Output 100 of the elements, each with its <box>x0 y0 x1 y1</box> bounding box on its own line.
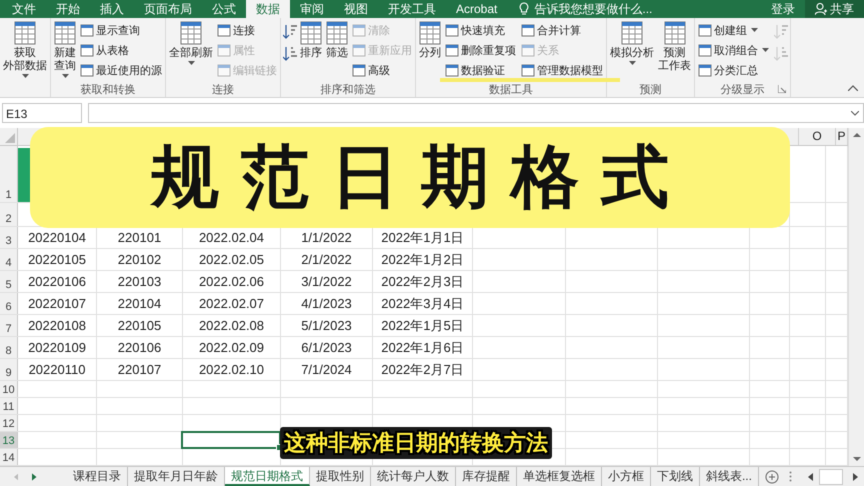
table-cell: 2022.02.08 <box>198 318 264 333</box>
subtitle-caption: 这种非标准日期的转换方法 <box>280 427 552 459</box>
ribbon-button[interactable]: 数据验证 <box>444 60 517 80</box>
ribbon-button[interactable]: 从表格 <box>79 40 163 60</box>
table-cell: 3/1/2022 <box>301 274 352 289</box>
ribbon-tab[interactable]: 页面布局 <box>134 0 202 18</box>
ribbon-button[interactable]: 模拟分析 <box>609 20 655 82</box>
row-header[interactable]: 13 <box>0 432 18 448</box>
ribbon-button[interactable]: 筛选 <box>325 20 349 82</box>
table-cell: 20220110 <box>28 362 86 377</box>
ribbon-button[interactable]: 取消组合 <box>697 40 772 60</box>
table-cell: 2022.02.04 <box>198 230 264 245</box>
ribbon-button[interactable]: 删除重复项 <box>444 40 517 60</box>
row-header[interactable]: 1 <box>0 146 18 202</box>
row-header[interactable]: 14 <box>0 449 18 465</box>
ribbon-button[interactable]: 分类汇总 <box>697 60 772 80</box>
ribbon-tab[interactable]: 开发工具 <box>378 0 446 18</box>
ribbon-button[interactable]: 分列 <box>418 20 442 82</box>
share-button[interactable]: 共享 <box>805 0 864 18</box>
ribbon-button[interactable]: 连接 <box>216 20 278 40</box>
ribbon-button[interactable]: 创建组 <box>697 20 772 40</box>
sheet-tab[interactable]: 斜线表... <box>700 467 759 486</box>
row-header[interactable]: 10 <box>0 381 18 397</box>
ribbon-tab[interactable]: Acrobat <box>446 0 508 18</box>
ribbon-tab[interactable]: 视图 <box>334 0 378 18</box>
ribbon-tab[interactable]: 开始 <box>46 0 90 18</box>
ribbon-button[interactable]: 预测 工作表 <box>657 20 692 82</box>
table-cell: 220106 <box>118 340 162 355</box>
ribbon-button[interactable]: 快速填充 <box>444 20 517 40</box>
ribbon-button[interactable]: 显示查询 <box>79 20 163 40</box>
row-header[interactable]: 5 <box>0 271 18 292</box>
sign-in-link[interactable]: 登录 <box>761 0 805 18</box>
row-header[interactable]: 7 <box>0 315 18 336</box>
table-cell: 2022年1月1日 <box>381 228 464 246</box>
ribbon-button[interactable]: 最近使用的源 <box>79 60 163 80</box>
table-cell: 20220104 <box>28 230 86 245</box>
ribbon-button[interactable]: 排序 <box>299 20 323 82</box>
row-header[interactable]: 3 <box>0 227 18 248</box>
group-label: 排序和筛选 <box>320 82 376 96</box>
ribbon-button[interactable]: 全部刷新 <box>168 20 214 82</box>
table-cell: 2022.02.07 <box>198 296 264 311</box>
row-header[interactable]: 6 <box>0 293 18 314</box>
name-box[interactable]: E13 <box>2 103 82 123</box>
tell-me-field[interactable]: 告诉我您想要做什么... <box>519 0 652 18</box>
sheet-tab[interactable]: 规范日期格式 <box>224 467 310 486</box>
sheet-tab[interactable]: 统计每户人数 <box>370 467 456 486</box>
table-cell: 2022.02.09 <box>198 340 264 355</box>
table-cell: 20220106 <box>28 274 86 289</box>
table-cell: 6/1/2023 <box>301 340 352 355</box>
table-cell: 220101 <box>118 230 162 245</box>
table-cell: 7/1/2024 <box>301 362 352 377</box>
table-cell: 20220107 <box>28 296 86 311</box>
sheet-tab[interactable]: 下划线 <box>650 467 700 486</box>
row-header[interactable]: 11 <box>0 398 18 414</box>
ribbon-button[interactable]: 获取 外部数据 <box>2 20 48 82</box>
table-cell: 2022年2月7日 <box>381 360 464 378</box>
sheet-tab[interactable]: 单选框复选框 <box>516 467 602 486</box>
table-cell: 5/1/2023 <box>301 318 352 333</box>
group-label: 连接 <box>212 82 234 96</box>
group-label: 获取和转换 <box>80 82 136 96</box>
ribbon-button[interactable]: 管理数据模型 <box>520 60 604 80</box>
ribbon-tab[interactable]: 审阅 <box>290 0 334 18</box>
row-header[interactable]: 4 <box>0 249 18 270</box>
table-cell: 2/1/2022 <box>301 252 352 267</box>
group-label: 分级显示 <box>720 82 764 96</box>
table-cell: 220103 <box>118 274 162 289</box>
ribbon-button[interactable]: 合并计算 <box>520 20 604 40</box>
row-header[interactable]: 9 <box>0 359 18 380</box>
table-cell: 2022.02.10 <box>198 362 264 377</box>
table-cell: 2022.02.05 <box>198 252 264 267</box>
group-label: 预测 <box>640 82 662 96</box>
ribbon-tab[interactable]: 公式 <box>202 0 246 18</box>
ribbon-tab[interactable]: 插入 <box>90 0 134 18</box>
sheet-tab[interactable]: 小方框 <box>602 467 651 486</box>
table-cell: 220104 <box>118 296 162 311</box>
ribbon-button[interactable]: 高级 <box>351 60 413 80</box>
table-cell: 1/1/2022 <box>301 230 352 245</box>
table-cell: 20220109 <box>28 340 86 355</box>
table-cell: 220102 <box>118 252 162 267</box>
row-header[interactable]: 12 <box>0 415 18 431</box>
row-header[interactable]: 2 <box>0 203 18 226</box>
table-cell: 2022年1月2日 <box>381 250 464 268</box>
table-cell: 220107 <box>118 362 162 377</box>
table-cell: 2022.02.06 <box>198 274 264 289</box>
table-cell: 2022年3月4日 <box>381 294 464 312</box>
table-cell: 220105 <box>118 318 162 333</box>
group-label: 数据工具 <box>489 82 533 96</box>
row-header[interactable]: 8 <box>0 337 18 358</box>
ribbon-tab[interactable]: 文件 <box>2 0 46 18</box>
banner-title: 规范日期格式 <box>149 137 691 219</box>
table-cell: 20220105 <box>28 252 86 267</box>
sheet-tab[interactable]: 课程目录 <box>66 467 128 486</box>
sheet-tab[interactable]: 库存提醒 <box>456 467 517 486</box>
sheet-tab[interactable]: 提取性别 <box>310 467 371 486</box>
table-cell: 2022年1月6日 <box>381 338 464 356</box>
table-cell: 2022年2月3日 <box>381 272 464 290</box>
ribbon-tab[interactable]: 数据 <box>246 0 290 18</box>
column-header[interactable]: O <box>799 128 836 145</box>
ribbon-button[interactable]: 新建 查询 <box>53 20 77 82</box>
table-cell: 2022年1月5日 <box>381 316 464 334</box>
